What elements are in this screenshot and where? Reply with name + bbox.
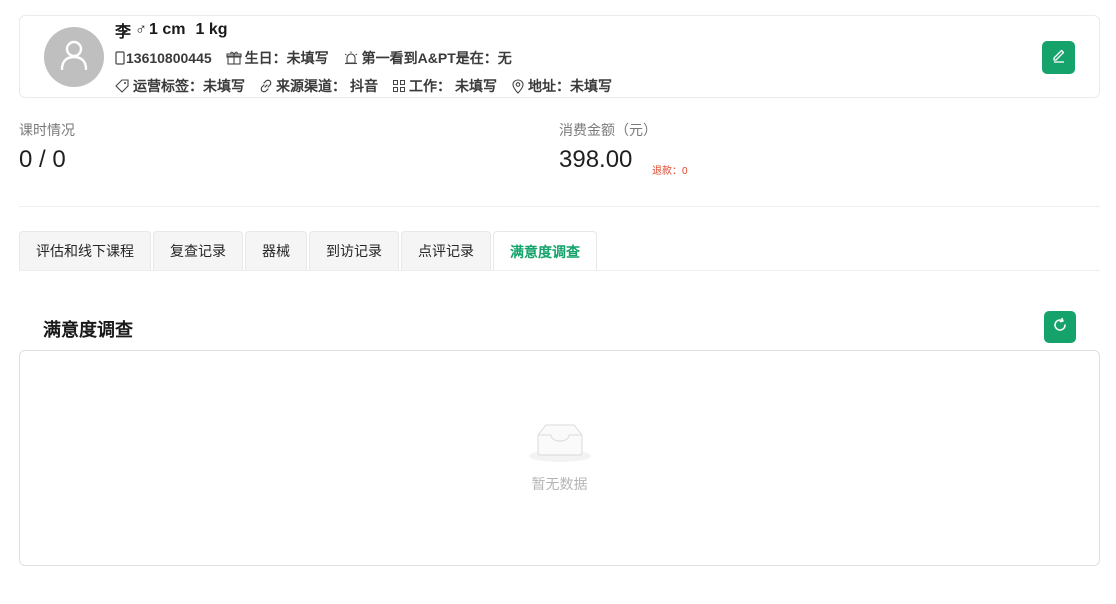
birthday-value: 未填写 xyxy=(286,50,329,66)
address-value: 未填写 xyxy=(570,78,612,94)
job-label: 工作： xyxy=(409,78,451,94)
refresh-button[interactable] xyxy=(1044,311,1076,343)
details-row: 运营标签： 未填写 来源渠道： 抖音 工作： 未填写 地址： 未填写 xyxy=(115,76,626,96)
survey-table: 暂无数据 xyxy=(19,350,1100,566)
user-avatar-icon xyxy=(60,40,88,75)
spend-value: 398.00 xyxy=(559,146,633,173)
tab-equipment[interactable]: 器械 xyxy=(245,231,307,270)
profile-card: 李 ♂ 1 cm 1 kg 13610800445 生日： 未填写 第一看到A&… xyxy=(19,15,1100,98)
first-seen-value: 无 xyxy=(497,50,512,66)
height-value: 1 cm xyxy=(149,21,186,38)
edit-icon xyxy=(1051,47,1067,68)
tab-assessment[interactable]: 评估和线下课程 xyxy=(19,231,151,270)
address-label: 地址： xyxy=(528,78,570,94)
phone-icon xyxy=(115,51,125,65)
refund-text: 退款：0 xyxy=(652,166,688,177)
grid-icon xyxy=(392,79,406,93)
empty-inbox-icon xyxy=(528,421,592,468)
customer-name: 李 xyxy=(115,24,132,41)
name-row: 李 ♂ 1 cm 1 kg xyxy=(115,19,228,41)
spend-label: 消费金额（元） xyxy=(559,122,657,138)
tab-satisfaction-survey[interactable]: 满意度调查 xyxy=(493,231,597,271)
address-item: 地址： 未填写 xyxy=(511,76,612,96)
gender-icon: ♂ xyxy=(135,21,148,38)
hours-value: 0 / 0 xyxy=(19,146,66,173)
tab-visit-records[interactable]: 到访记录 xyxy=(309,231,399,270)
alarm-icon xyxy=(343,51,359,65)
tab-bar: 评估和线下课程 复查记录 器械 到访记录 点评记录 满意度调查 xyxy=(19,231,599,271)
source-value: 抖音 xyxy=(350,78,378,94)
section-title: 满意度调查 xyxy=(43,320,133,340)
contact-row: 13610800445 生日： 未填写 第一看到A&PT是在： 无 xyxy=(115,48,526,68)
weight-value: 1 kg xyxy=(195,21,228,38)
link-icon xyxy=(259,79,273,93)
tag-icon xyxy=(115,79,130,93)
tab-review-records[interactable]: 复查记录 xyxy=(153,231,243,270)
avatar xyxy=(44,27,104,87)
first-seen-item: 第一看到A&PT是在： 无 xyxy=(343,48,512,68)
job-value: 未填写 xyxy=(455,78,497,94)
tags-value: 未填写 xyxy=(203,78,245,94)
empty-text: 暂无数据 xyxy=(531,476,588,492)
tags-item: 运营标签： 未填写 xyxy=(115,76,245,96)
hours-label: 课时情况 xyxy=(19,122,75,138)
birthday-label: 生日： xyxy=(244,50,287,66)
birthday-item: 生日： 未填写 xyxy=(226,48,329,68)
job-item: 工作： 未填写 xyxy=(392,76,497,96)
gift-icon xyxy=(226,51,242,65)
divider xyxy=(19,206,1100,207)
refresh-icon xyxy=(1052,317,1068,338)
tab-comment-records[interactable]: 点评记录 xyxy=(401,231,491,270)
source-label: 来源渠道： xyxy=(276,78,346,94)
phone-item: 13610800445 xyxy=(115,50,212,66)
source-item: 来源渠道： 抖音 xyxy=(259,76,378,96)
tab-underline xyxy=(19,270,1100,271)
tags-label: 运营标签： xyxy=(133,78,203,94)
location-pin-icon xyxy=(511,78,525,94)
edit-button[interactable] xyxy=(1042,41,1075,74)
first-seen-label: 第一看到A&PT是在： xyxy=(361,50,498,66)
phone-value: 13610800445 xyxy=(126,50,212,66)
